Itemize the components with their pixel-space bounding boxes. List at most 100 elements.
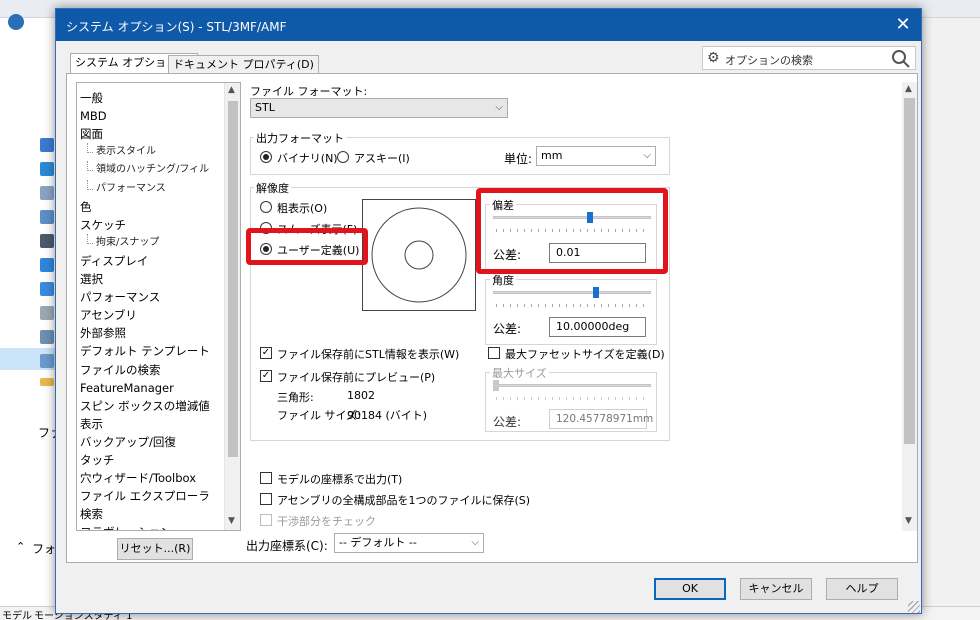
drive-icon (40, 354, 54, 368)
unit-select[interactable]: mm ⌵ (536, 146, 656, 166)
object-icon (40, 282, 54, 296)
model-coords-checkbox[interactable] (260, 472, 272, 484)
tree-item[interactable]: MBD (80, 107, 107, 125)
show-stl-info-checkbox[interactable]: ✓ (260, 347, 272, 359)
output-format-title: 出力フォーマット (254, 130, 346, 146)
dialog-title-bar[interactable]: システム オプション(S) - STL/3MF/AMF ✕ (56, 9, 921, 41)
tree-scrollbar[interactable]: ▲ ▼ (224, 83, 240, 530)
tree-item[interactable]: 拘束/スナップ (87, 233, 160, 252)
cancel-button[interactable]: キャンセル (740, 578, 812, 600)
file-size-value: 90184 (バイト) (347, 409, 428, 422)
main-scrollbar[interactable]: ▲ ▼ (902, 82, 917, 531)
background-navigation-pane (0, 36, 58, 620)
tree-item[interactable]: 領域のハッチング/フィル (87, 161, 209, 179)
tree-item[interactable]: アセンブリ (80, 306, 137, 324)
output-coord-system-select[interactable]: -- デフォルト -- ⌵ (334, 533, 484, 553)
tree-item[interactable]: 表示スタイル (87, 143, 156, 161)
tree-item[interactable]: ファイルの検索 (80, 361, 161, 379)
angle-slider-thumb[interactable] (593, 287, 600, 298)
coarse-label: 粗表示(O) (277, 202, 328, 215)
picture-icon (40, 210, 54, 224)
tree-item[interactable]: 穴ウィザード/Toolbox (80, 469, 196, 487)
tree-item-label: パフォーマンス (96, 182, 166, 194)
gear-icon: ⚙ (707, 50, 720, 66)
download-icon (40, 138, 54, 152)
scroll-down-icon[interactable]: ▼ (905, 516, 912, 526)
scroll-up-icon[interactable]: ▲ (228, 85, 235, 95)
preview-before-save-label: ファイル保存前にプレビュー(P) (277, 371, 436, 384)
tree-item[interactable]: パフォーマンス (80, 288, 160, 306)
tree-item[interactable]: 色 (80, 198, 92, 216)
tree-item[interactable]: バックアップ/回復 (80, 433, 176, 451)
tree-item[interactable]: 図面 (80, 125, 103, 143)
chevron-down-icon: ⌵ (643, 150, 651, 161)
tree-item[interactable]: デフォルト テンプレート (80, 342, 210, 360)
max-size-slider-thumb (493, 380, 499, 391)
tree-item[interactable]: タッチ (80, 451, 115, 469)
tree-item[interactable]: 一般 (80, 89, 103, 107)
options-tree-list[interactable]: 一般 MBD 図面 表示スタイル 領域のハッチング/フィルパフォーマンス色スケッチ拘束/… (76, 82, 241, 531)
option-search-box[interactable]: ⚙ オプションの検索 (702, 46, 916, 70)
max-facet-checkbox[interactable] (488, 347, 500, 359)
unit-label: 単位: (504, 152, 533, 166)
network-icon (40, 330, 54, 344)
search-icon[interactable] (891, 49, 911, 69)
coarse-radio[interactable] (260, 201, 272, 213)
tree-item[interactable]: 検索 (80, 505, 103, 523)
video-icon (40, 234, 54, 248)
tree-item[interactable]: スケッチ (80, 216, 126, 234)
binary-radio[interactable] (260, 151, 272, 163)
file-format-label: ファイル フォーマット: (250, 85, 368, 98)
resize-grip-icon[interactable] (908, 601, 920, 613)
tree-item[interactable]: 選択 (80, 270, 103, 288)
triangles-label: 三角形: (277, 391, 314, 404)
tree-item[interactable]: コラボレーション (80, 523, 172, 530)
chevron-down-icon: ⌵ (495, 102, 503, 113)
angle-tolerance-input[interactable]: 10.00000deg (549, 317, 646, 337)
reset-button[interactable]: リセット...(R) (117, 538, 193, 560)
folder-icon (40, 378, 54, 386)
save-all-components-checkbox[interactable] (260, 493, 272, 505)
ok-button[interactable]: OK (654, 578, 726, 600)
ascii-radio[interactable] (337, 151, 349, 163)
output-coord-system-label: 出力座標系(C): (246, 539, 328, 553)
chevron-down-icon: ⌵ (471, 537, 479, 548)
check-interference-checkbox (260, 514, 272, 526)
main-scroll-thumb[interactable] (904, 98, 915, 444)
search-icon (40, 306, 54, 320)
output-format-group: 出力フォーマット バイナリ(N) アスキー(I) 単位: mm ⌵ (250, 130, 670, 175)
tree-connector (87, 161, 93, 172)
tree-item-label: 拘束/スナップ (96, 236, 160, 248)
angle-slider-ticks (496, 304, 650, 307)
resolution-preview-image (362, 199, 476, 311)
tree-item[interactable]: スピン ボックスの増減値 (80, 397, 210, 415)
file-format-select[interactable]: STL ⌵ (250, 98, 508, 118)
music-icon (40, 258, 54, 272)
chevron-up-icon[interactable]: ⌃ (16, 540, 25, 553)
model-coords-label: モデルの座標系で出力(T) (277, 473, 403, 486)
highlight-deviation-group (476, 188, 668, 274)
close-button[interactable]: ✕ (888, 13, 918, 37)
max-size-slider-ticks (496, 397, 650, 400)
output-coord-system-value: -- デフォルト -- (339, 536, 417, 549)
tab-document-properties[interactable]: ドキュメント プロパティ(D) (168, 55, 319, 75)
tree-item[interactable]: ファイル エクスプローラ (80, 487, 210, 505)
save-all-components-label: アセンブリの全構成部品を1つのファイルに保存(S) (277, 494, 531, 507)
tree-item[interactable]: ディスプレイ (80, 252, 148, 270)
bottom-tab-model[interactable]: モデル (2, 607, 32, 620)
ascii-label: アスキー(I) (354, 152, 410, 165)
document-icon (40, 186, 54, 200)
file-format-value: STL (255, 101, 275, 114)
max-facet-label: 最大ファセットサイズを定義(D) (505, 348, 665, 361)
angle-slider-track[interactable] (493, 291, 651, 294)
help-button[interactable]: ヘルプ (826, 578, 898, 600)
tree-item[interactable]: FeatureManager (80, 379, 174, 397)
scroll-up-icon[interactable]: ▲ (905, 84, 912, 94)
tree-scroll-thumb[interactable] (228, 101, 238, 457)
scroll-down-icon[interactable]: ▼ (228, 516, 235, 526)
tree-item[interactable]: パフォーマンス (87, 179, 166, 198)
tree-item[interactable]: 表示 (80, 415, 103, 433)
tree-connector (87, 233, 93, 244)
tree-item[interactable]: 外部参照 (80, 324, 126, 342)
preview-before-save-checkbox[interactable]: ✓ (260, 370, 272, 382)
